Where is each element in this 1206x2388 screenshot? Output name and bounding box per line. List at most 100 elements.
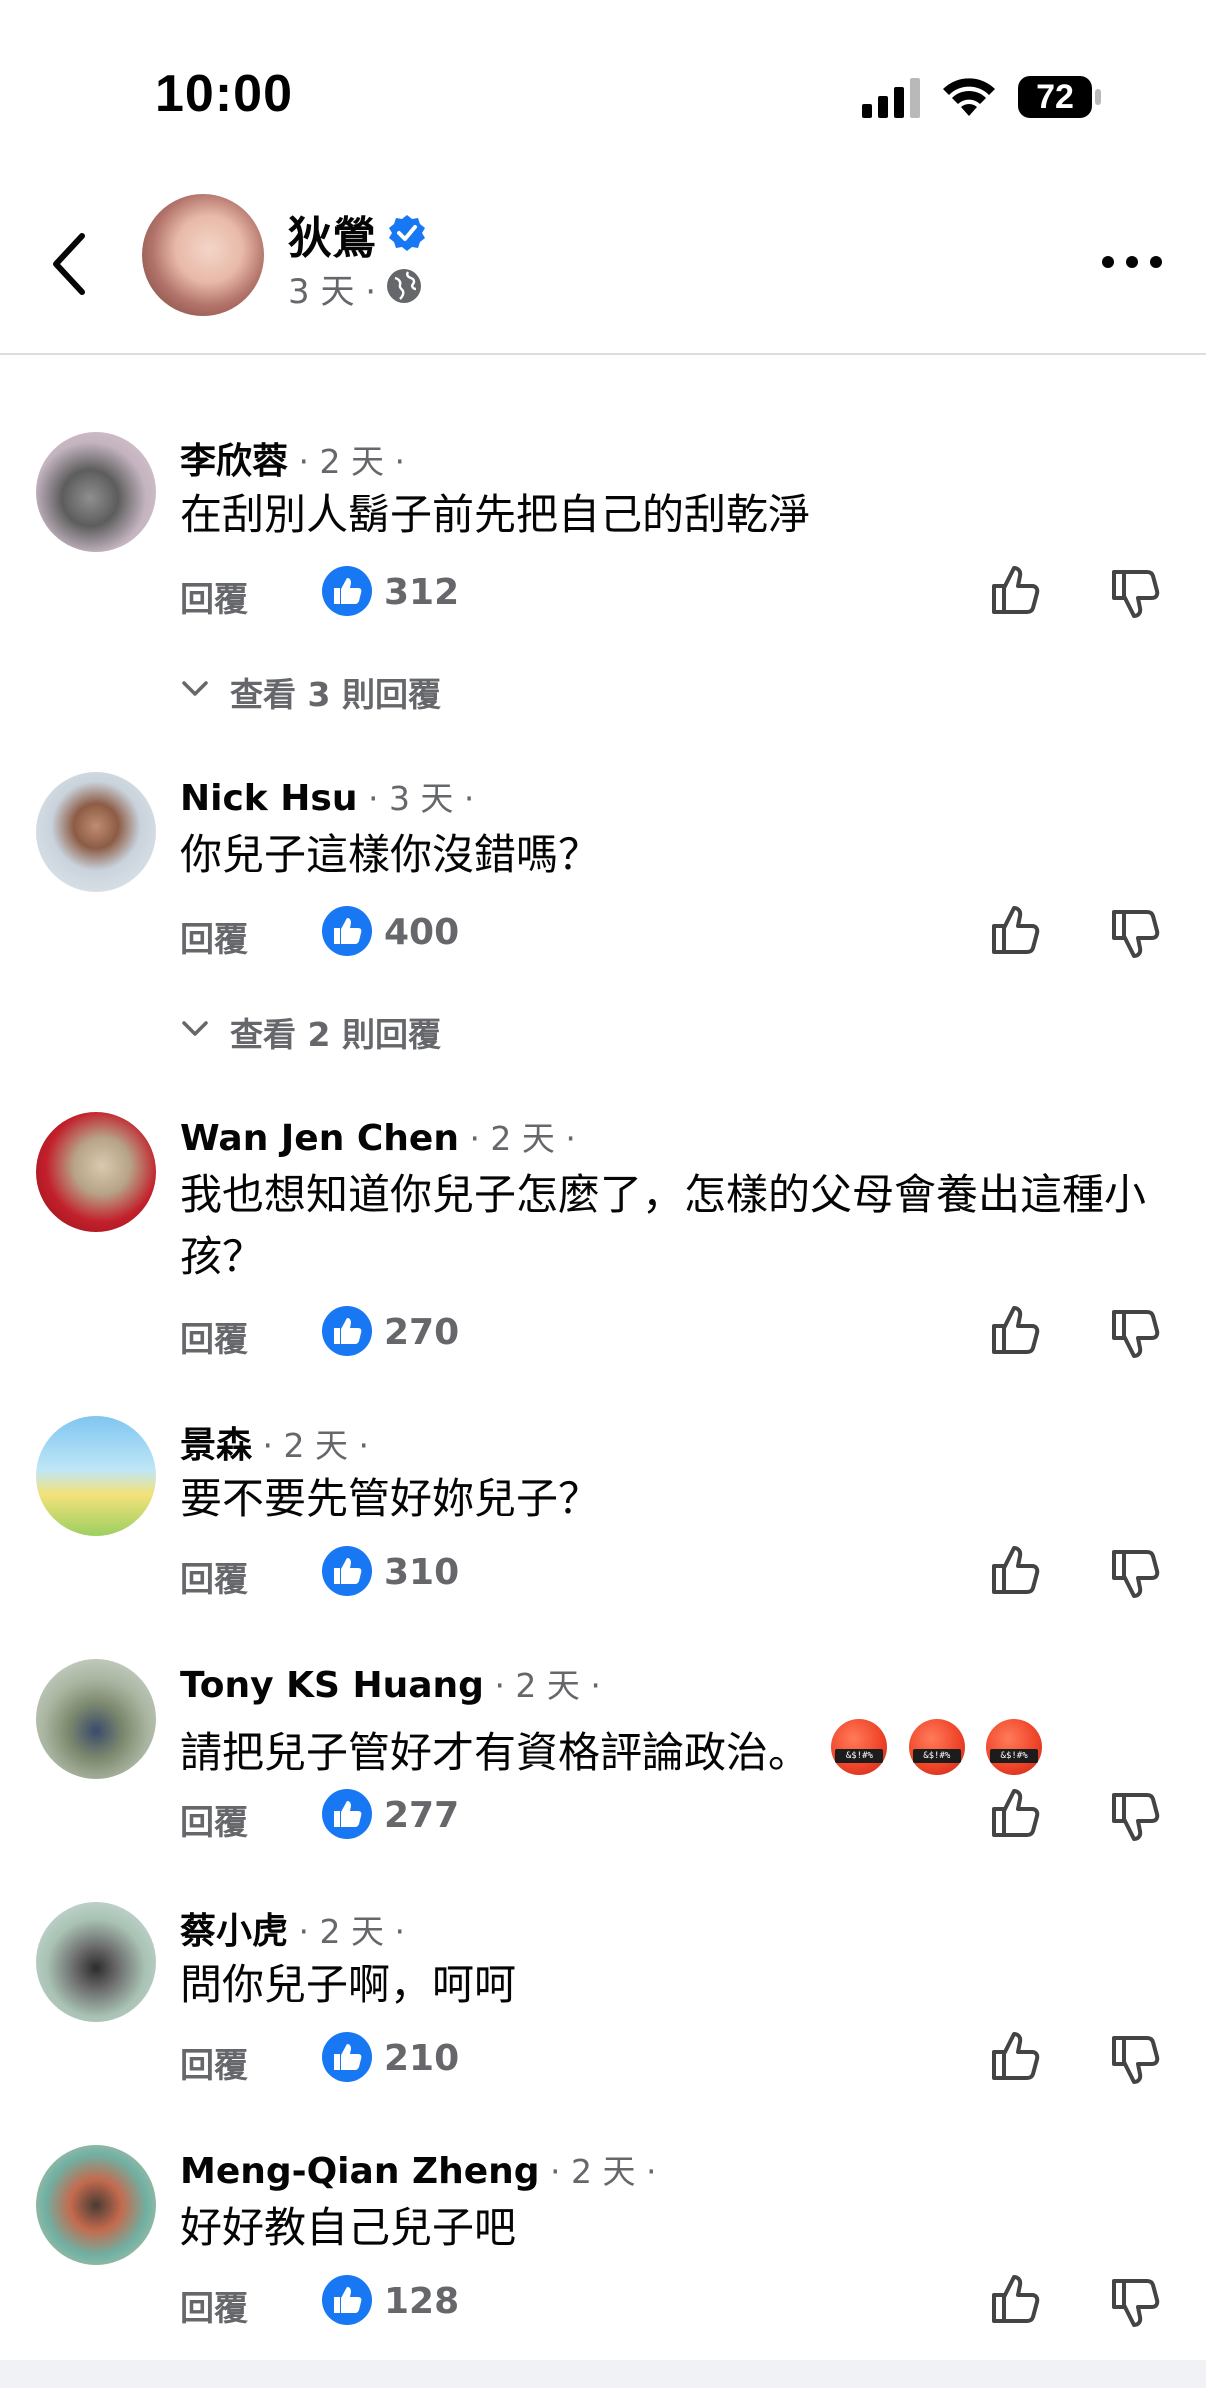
reply-button[interactable]: 回覆 <box>180 2038 248 2087</box>
thumb-up-icon[interactable] <box>988 2028 1044 2084</box>
avatar[interactable] <box>36 1416 156 1536</box>
comment-text: 好好教自己兒子吧 <box>180 2203 517 2252</box>
thumb-up-icon[interactable] <box>988 2271 1044 2327</box>
like-count: 312 <box>384 572 460 613</box>
comment-actions: 回覆 310 <box>180 1542 1180 1602</box>
comment-author[interactable]: 李欣蓉 · 2 天 · <box>180 432 405 484</box>
thumb-up-icon[interactable] <box>988 1785 1044 1841</box>
view-replies-button[interactable]: 查看 2 則回覆 <box>180 1004 680 1054</box>
more-icon[interactable] <box>1100 242 1164 282</box>
chevron-down-icon <box>182 1021 208 1036</box>
reply-button[interactable]: 回覆 <box>180 2281 248 2330</box>
avatar[interactable] <box>36 1659 156 1779</box>
author-avatar[interactable] <box>142 194 264 316</box>
comment-time: · 2 天 · <box>458 1119 576 1158</box>
author-name[interactable]: 景森 <box>180 1425 252 1466</box>
comment-item: Tony KS Huang · 2 天 · 請把兒子管好才有資格評論政治。 回覆… <box>0 1659 1206 1843</box>
comment-author[interactable]: Meng-Qian Zheng · 2 天 · <box>180 2145 656 2193</box>
like-badge-icon <box>322 2275 372 2325</box>
author-name[interactable]: Tony KS Huang <box>180 1665 484 1706</box>
like-count: 210 <box>384 2038 460 2079</box>
comment-item: Nick Hsu · 3 天 · 你兒子這樣你沒錯嗎？ 回覆 400 查看 2 … <box>0 772 1206 1072</box>
comment-actions: 回覆 210 <box>180 2028 1180 2088</box>
view-replies-label: 查看 3 則回覆 <box>230 675 441 714</box>
comment-time: · 3 天 · <box>357 779 475 818</box>
reply-button[interactable]: 回覆 <box>180 572 248 621</box>
pouting-face-with-symbols-emoji <box>908 1719 965 1775</box>
pouting-face-with-symbols-emoji <box>831 1719 888 1775</box>
reply-button[interactable]: 回覆 <box>180 1552 248 1601</box>
thumb-down-icon[interactable] <box>1108 906 1164 962</box>
comment-text: 要不要先管好妳兒子？ <box>180 1474 601 1523</box>
thumb-up-icon[interactable] <box>988 562 1044 618</box>
comment-text: 請把兒子管好才有資格評論政治。 <box>180 1711 1176 1784</box>
comment-item: 蔡小虎 · 2 天 · 問你兒子啊，呵呵 回覆 210 <box>0 1902 1206 2086</box>
author-name[interactable]: 蔡小虎 <box>180 1911 288 1952</box>
author-name[interactable]: Wan Jen Chen <box>180 1118 459 1159</box>
comment-item: 李欣蓉 · 2 天 · 在刮別人鬍子前先把自己的刮乾淨 回覆 312 查看 3 … <box>0 432 1206 732</box>
author-name[interactable]: Meng-Qian Zheng <box>180 2151 540 2192</box>
thumb-down-icon[interactable] <box>1108 1306 1164 1362</box>
comment-author[interactable]: Wan Jen Chen · 2 天 · <box>180 1112 576 1160</box>
thumb-down-icon[interactable] <box>1108 1789 1164 1845</box>
comment-time: · 2 天 · <box>483 1666 601 1705</box>
comment-author[interactable]: Nick Hsu · 3 天 · <box>180 772 474 820</box>
like-count: 270 <box>384 1312 460 1353</box>
comment-text: 在刮別人鬍子前先把自己的刮乾淨 <box>180 490 811 539</box>
like-badge-icon <box>322 1789 372 1839</box>
avatar[interactable] <box>36 1112 156 1232</box>
avatar[interactable] <box>36 2145 156 2265</box>
comment-actions: 回覆 277 <box>180 1785 1180 1845</box>
comment-time: · 2 天 · <box>252 1426 369 1465</box>
author-name[interactable]: 李欣蓉 <box>180 441 288 482</box>
comment-text: 問你兒子啊，呵呵 <box>180 1960 517 2009</box>
view-replies-button[interactable]: 查看 3 則回覆 <box>180 664 680 714</box>
comment-author[interactable]: Tony KS Huang · 2 天 · <box>180 1659 601 1707</box>
thumb-down-icon[interactable] <box>1108 2032 1164 2088</box>
like-count: 277 <box>384 1795 460 1836</box>
like-badge-icon <box>322 1306 372 1356</box>
like-count: 310 <box>384 1552 460 1593</box>
comment-actions: 回覆 270 <box>180 1302 1180 1362</box>
comment-author[interactable]: 景森 · 2 天 · <box>180 1416 369 1468</box>
avatar[interactable] <box>36 432 156 552</box>
avatar[interactable] <box>36 1902 156 2022</box>
like-badge-icon <box>322 2032 372 2082</box>
reply-button[interactable]: 回覆 <box>180 1795 248 1844</box>
thumb-up-icon[interactable] <box>988 902 1044 958</box>
comment-item: Wan Jen Chen · 2 天 · 我也想知道你兒子怎麼了，怎樣的父母會養… <box>0 1112 1206 1360</box>
comment-actions: 回覆 312 <box>180 562 1180 622</box>
author-name[interactable]: 狄鶯 <box>288 202 376 266</box>
reply-button[interactable]: 回覆 <box>180 1312 248 1361</box>
thumb-up-icon[interactable] <box>988 1542 1044 1598</box>
comment-time: · 2 天 · <box>288 1912 405 1951</box>
comment-time: · 2 天 · <box>539 2152 657 2191</box>
comments-list: 李欣蓉 · 2 天 · 在刮別人鬍子前先把自己的刮乾淨 回覆 312 查看 3 … <box>0 0 1206 2388</box>
thumb-up-icon[interactable] <box>988 1302 1044 1358</box>
thumb-down-icon[interactable] <box>1108 566 1164 622</box>
comment-text-content: 請把兒子管好才有資格評論政治。 <box>180 1728 811 1777</box>
reply-button[interactable]: 回覆 <box>180 912 248 961</box>
avatar[interactable] <box>36 772 156 892</box>
post-time: 3 天 · <box>288 272 377 312</box>
like-count: 400 <box>384 912 460 953</box>
comment-author[interactable]: 蔡小虎 · 2 天 · <box>180 1902 405 1954</box>
like-badge-icon <box>322 566 372 616</box>
comment-text: 你兒子這樣你沒錯嗎？ <box>180 830 601 879</box>
pouting-face-with-symbols-emoji <box>986 1719 1043 1775</box>
like-badge-icon <box>322 906 372 956</box>
thumb-down-icon[interactable] <box>1108 1546 1164 1602</box>
verified-badge-icon <box>389 215 425 251</box>
like-badge-icon <box>322 1546 372 1596</box>
globe-icon <box>387 269 421 303</box>
bottom-comment-bar <box>0 2360 1206 2388</box>
comment-item: Meng-Qian Zheng · 2 天 · 好好教自己兒子吧 回覆 128 <box>0 2145 1206 2329</box>
like-count: 128 <box>384 2281 460 2322</box>
thumb-down-icon[interactable] <box>1108 2275 1164 2331</box>
comment-item: 景森 · 2 天 · 要不要先管好妳兒子？ 回覆 310 <box>0 1416 1206 1600</box>
author-name[interactable]: Nick Hsu <box>180 778 357 819</box>
back-arrow-icon[interactable] <box>40 224 100 304</box>
comment-actions: 回覆 128 <box>180 2271 1180 2331</box>
comment-time: · 2 天 · <box>288 442 405 481</box>
view-replies-label: 查看 2 則回覆 <box>230 1015 441 1054</box>
